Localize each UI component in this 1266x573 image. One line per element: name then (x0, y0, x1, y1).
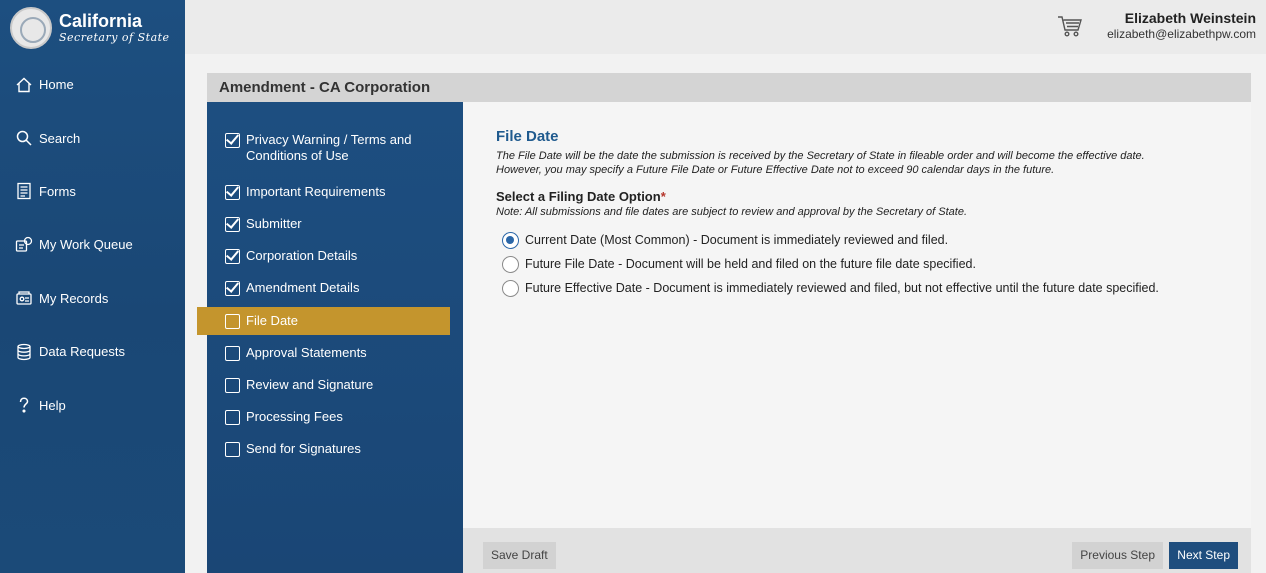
step-approval-statements[interactable]: Approval Statements (225, 345, 449, 361)
help-icon (14, 395, 34, 415)
description-line: The File Date will be the date the submi… (496, 150, 1145, 162)
nav-item-records[interactable]: My Records (0, 272, 185, 325)
radio-empty-icon[interactable] (502, 279, 519, 297)
step-label: Corporation Details (246, 248, 358, 263)
filing-date-options: Current Date (Most Common) - Document is… (496, 228, 1218, 300)
step-label: Processing Fees (246, 409, 343, 424)
step-processing-fees[interactable]: Processing Fees (225, 409, 449, 425)
checkbox-empty-icon (225, 313, 240, 329)
nav-item-home[interactable]: Home (0, 58, 185, 111)
checkbox-checked-icon (225, 217, 240, 232)
step-important-requirements[interactable]: Important Requirements (225, 184, 449, 200)
nav-label: Home (39, 77, 74, 93)
previous-step-button[interactable]: Previous Step (1072, 542, 1163, 569)
checkbox-checked-icon (225, 185, 240, 200)
main-nav: Home Search Forms My Work Queue My Recor… (0, 58, 185, 432)
form-footer: Save Draft Previous Step Next Step (463, 528, 1251, 573)
step-corporation-details[interactable]: Corporation Details (225, 248, 449, 264)
radio-selected-icon[interactable] (502, 231, 519, 249)
step-label: File Date (246, 313, 299, 328)
option-title-text: Select a Filing Date Option (496, 189, 661, 204)
filing-date-option-label: Select a Filing Date Option* (496, 189, 1218, 204)
nav-label: My Records (39, 290, 109, 306)
step-submitter[interactable]: Submitter (225, 216, 449, 232)
top-header: Elizabeth Weinstein elizabeth@elizabethp… (185, 0, 1266, 54)
database-icon (14, 342, 34, 362)
save-draft-button[interactable]: Save Draft (483, 542, 556, 569)
state-seal-logo (10, 7, 52, 49)
brand-subtitle: Secretary of State (59, 31, 170, 44)
radio-future-file-date[interactable]: Future File Date - Document will be held… (502, 252, 1218, 276)
description-line: However, you may specify a Future File D… (496, 164, 1055, 176)
step-label: Review and Signature (246, 377, 374, 392)
radio-label: Future File Date - Document will be held… (525, 257, 976, 271)
home-icon (14, 75, 34, 95)
forms-icon (14, 181, 34, 201)
work-queue-icon (14, 235, 34, 255)
step-send-for-signatures[interactable]: Send for Signatures (225, 441, 449, 457)
user-email: elizabeth@elizabethpw.com (1107, 27, 1256, 41)
step-label: Amendment Details (246, 280, 360, 295)
nav-label: Data Requests (39, 344, 125, 360)
step-label: Privacy Warning / Terms and Conditions o… (246, 132, 412, 163)
radio-empty-icon[interactable] (502, 255, 519, 273)
checkbox-checked-icon (225, 133, 240, 148)
step-privacy-warning[interactable]: Privacy Warning / Terms and Conditions o… (225, 132, 449, 164)
user-name: Elizabeth Weinstein (1124, 10, 1256, 26)
nav-label: Forms (39, 183, 76, 199)
nav-label: My Work Queue (39, 237, 133, 253)
checkbox-empty-icon (225, 442, 240, 457)
review-note: Note: All submissions and file dates are… (496, 206, 968, 218)
radio-future-effective-date[interactable]: Future Effective Date - Document is imme… (502, 276, 1218, 300)
step-list: Privacy Warning / Terms and Conditions o… (197, 102, 463, 573)
next-step-button[interactable]: Next Step (1169, 542, 1238, 569)
search-icon (14, 128, 34, 148)
checkbox-empty-icon (225, 378, 240, 393)
nav-label: Search (39, 130, 81, 146)
nav-item-help[interactable]: Help (0, 378, 185, 431)
nav-label: Help (39, 397, 66, 413)
step-label: Submitter (246, 216, 302, 231)
checkbox-empty-icon (225, 346, 240, 361)
step-review-and-signature[interactable]: Review and Signature (225, 377, 449, 393)
section-title: File Date (496, 128, 559, 145)
description: The File Date will be the date the submi… (496, 149, 1218, 177)
step-amendment-details[interactable]: Amendment Details (225, 280, 449, 296)
brand-title: California (59, 11, 143, 31)
card-title: Amendment - CA Corporation (207, 73, 1251, 102)
left-sidebar: California Secretary of State Home Searc… (0, 0, 185, 573)
required-mark: * (660, 189, 666, 204)
nav-item-search[interactable]: Search (0, 111, 185, 164)
nav-item-work-queue[interactable]: My Work Queue (0, 218, 185, 271)
radio-current-date[interactable]: Current Date (Most Common) - Document is… (502, 228, 1218, 252)
nav-item-forms[interactable]: Forms (0, 165, 185, 218)
radio-label: Future Effective Date - Document is imme… (525, 281, 1159, 295)
checkbox-checked-icon (225, 281, 240, 296)
user-info[interactable]: Elizabeth Weinstein elizabeth@elizabethp… (1107, 10, 1256, 41)
step-label: Approval Statements (246, 345, 367, 360)
cart-icon[interactable] (1057, 14, 1083, 38)
checkbox-checked-icon (225, 249, 240, 264)
step-label: Send for Signatures (246, 441, 361, 456)
brand[interactable]: California Secretary of State (10, 6, 170, 50)
checkbox-empty-icon (225, 410, 240, 425)
radio-label: Current Date (Most Common) - Document is… (525, 233, 949, 247)
records-icon (14, 288, 34, 308)
step-file-date-active[interactable]: File Date (197, 307, 450, 335)
file-date-section: File Date The File Date will be the date… (463, 102, 1251, 528)
nav-item-data-requests[interactable]: Data Requests (0, 325, 185, 378)
step-label: Important Requirements (246, 184, 386, 199)
amendment-card: Amendment - CA Corporation Privacy Warni… (197, 73, 1251, 573)
